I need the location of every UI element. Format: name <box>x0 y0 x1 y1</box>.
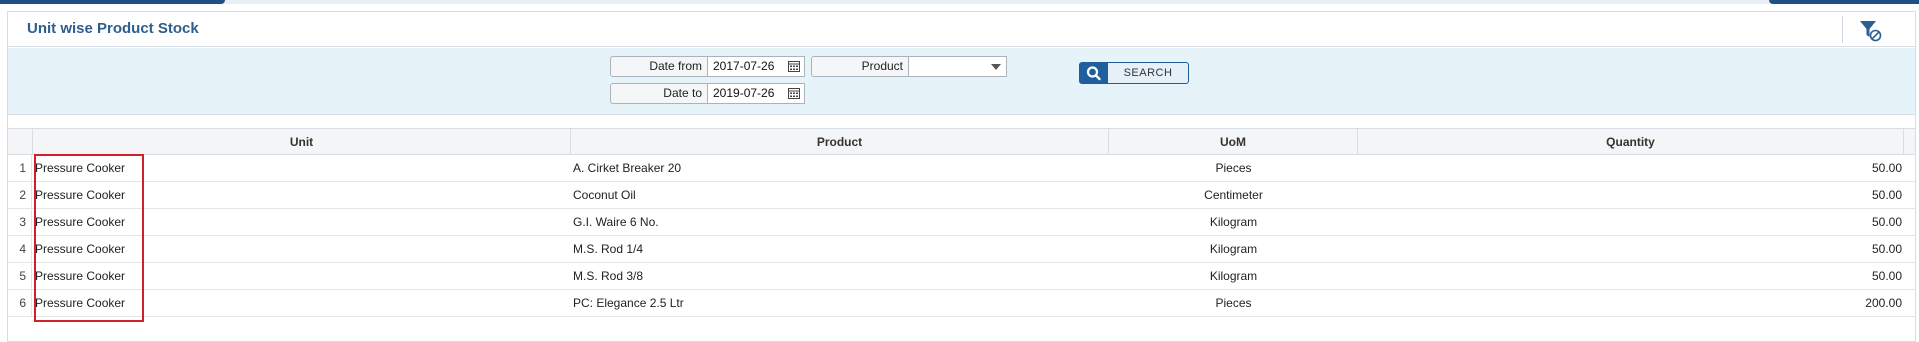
table-row[interactable]: 1 Pressure Cooker A. Cirket Breaker 20 P… <box>8 155 1915 182</box>
cell-product: G.I. Waire 6 No. <box>573 215 659 229</box>
row-number: 2 <box>8 182 32 208</box>
cell-quantity: 50.00 <box>1871 242 1902 256</box>
chevron-down-icon[interactable] <box>991 64 1001 70</box>
top-strip <box>0 0 1919 4</box>
column-header-uom[interactable]: UoM <box>1109 129 1358 155</box>
cell-product: Coconut Oil <box>573 188 636 202</box>
row-number: 6 <box>8 290 32 316</box>
filter-bar: Date from 2017-07-26 Product Date to 201… <box>8 48 1915 115</box>
top-strip-right <box>1769 0 1919 4</box>
date-to-label: Date to <box>610 83 708 104</box>
date-from-value: 2017-07-26 <box>713 59 775 73</box>
cell-uom: Kilogram <box>1209 269 1258 283</box>
search-button[interactable]: SEARCH <box>1079 62 1189 84</box>
cell-uom: Kilogram <box>1209 215 1258 229</box>
cell-unit: Pressure Cooker <box>35 188 126 202</box>
cell-unit: Pressure Cooker <box>35 296 126 310</box>
date-from-input[interactable]: 2017-07-26 <box>708 56 805 77</box>
cell-unit: Pressure Cooker <box>35 215 126 229</box>
cell-product: M.S. Rod 3/8 <box>573 269 644 283</box>
search-button-label: SEARCH <box>1123 67 1173 79</box>
row-number: 4 <box>8 236 32 262</box>
filter-clear-icon[interactable] <box>1858 18 1882 42</box>
row-number: 3 <box>8 209 32 235</box>
grid-header: Unit Product UoM Quantity <box>8 128 1915 155</box>
date-from-label: Date from <box>610 56 708 77</box>
table-row[interactable]: 3 Pressure Cooker G.I. Waire 6 No. Kilog… <box>8 209 1915 236</box>
cell-unit: Pressure Cooker <box>35 269 126 283</box>
cell-quantity: 200.00 <box>1865 296 1902 310</box>
table-row[interactable]: 5 Pressure Cooker M.S. Rod 3/8 Kilogram … <box>8 263 1915 290</box>
calendar-icon[interactable] <box>788 87 800 99</box>
rownum-header <box>8 129 33 155</box>
search-icon <box>1080 63 1108 83</box>
top-strip-left <box>0 0 225 4</box>
cell-uom: Pieces <box>1215 161 1252 175</box>
cell-unit: Pressure Cooker <box>35 242 126 256</box>
column-header-quantity[interactable]: Quantity <box>1358 129 1904 155</box>
row-number: 5 <box>8 263 32 289</box>
product-select[interactable] <box>909 56 1007 77</box>
table-row[interactable]: 6 Pressure Cooker PC: Elegance 2.5 Ltr P… <box>8 290 1915 317</box>
cell-quantity: 50.00 <box>1871 215 1902 229</box>
panel-header: Unit wise Product Stock <box>8 12 1915 47</box>
cell-product: M.S. Rod 1/4 <box>573 242 644 256</box>
cell-product: A. Cirket Breaker 20 <box>573 161 682 175</box>
cell-quantity: 50.00 <box>1871 269 1902 283</box>
column-header-unit[interactable]: Unit <box>33 129 571 155</box>
date-to-input[interactable]: 2019-07-26 <box>708 83 805 104</box>
cell-quantity: 50.00 <box>1871 161 1902 175</box>
cell-uom: Centimeter <box>1204 188 1263 202</box>
date-to-value: 2019-07-26 <box>713 86 775 100</box>
cell-product: PC: Elegance 2.5 Ltr <box>573 296 684 310</box>
product-label: Product <box>811 56 909 77</box>
cell-uom: Pieces <box>1215 296 1252 310</box>
table-row[interactable]: 4 Pressure Cooker M.S. Rod 1/4 Kilogram … <box>8 236 1915 263</box>
cell-quantity: 50.00 <box>1871 188 1902 202</box>
cell-uom: Kilogram <box>1209 242 1258 256</box>
page-title: Unit wise Product Stock <box>27 20 199 37</box>
table-row[interactable]: 2 Pressure Cooker Coconut Oil Centimeter… <box>8 182 1915 209</box>
cell-unit: Pressure Cooker <box>35 161 126 175</box>
report-panel: Unit wise Product Stock Date from 2017-0… <box>7 11 1916 342</box>
calendar-icon[interactable] <box>788 60 800 72</box>
header-divider <box>1842 16 1843 43</box>
column-header-product[interactable]: Product <box>571 129 1109 155</box>
row-number: 1 <box>8 155 32 181</box>
